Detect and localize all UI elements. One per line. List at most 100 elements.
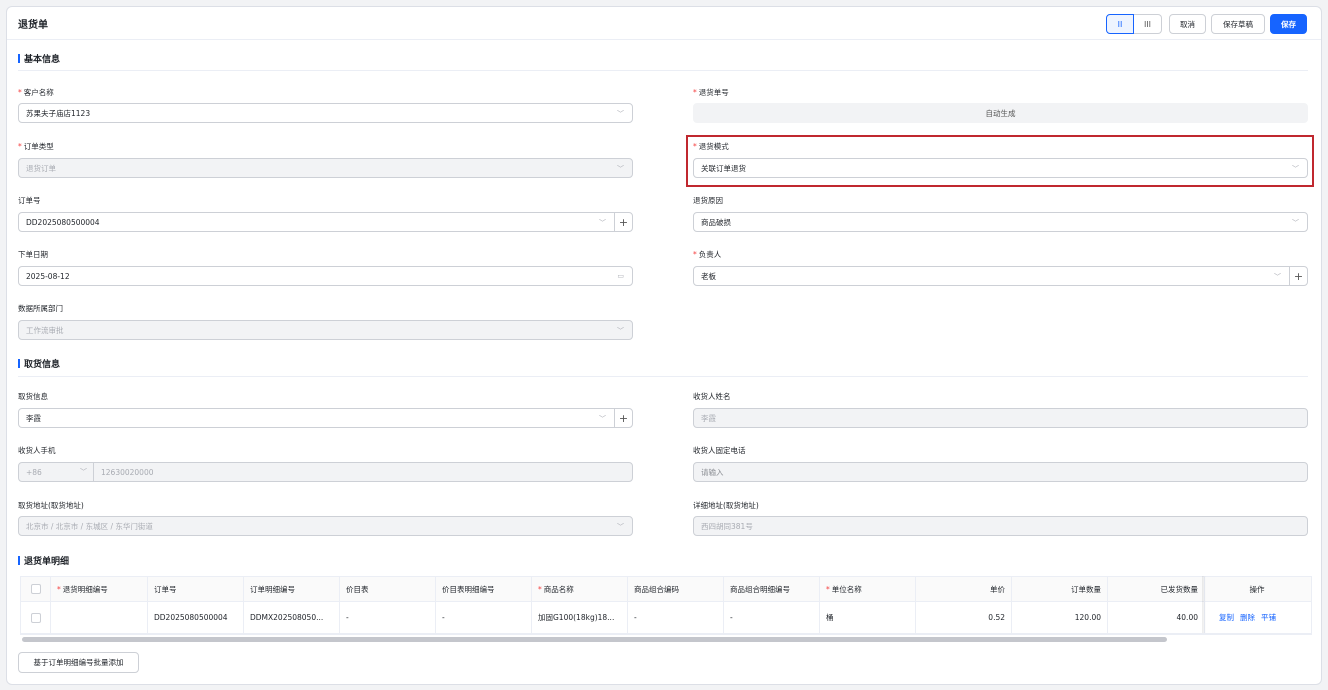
actions-cell: 复制 删除 平铺 — [1205, 602, 1309, 633]
three-column-layout-button[interactable]: III — [1134, 14, 1162, 34]
add-order-button[interactable]: + — [614, 213, 632, 231]
receiver-mobile-field: +86 ﹀ 12630020000 — [18, 462, 633, 482]
column-header: 价目表 — [340, 577, 436, 601]
section-marker — [18, 556, 20, 565]
order-type-label: * 订单类型 — [18, 142, 54, 151]
row-checkbox[interactable] — [30, 612, 41, 623]
calendar-icon: ▭ — [617, 272, 624, 280]
return-reason-value: 商品破损 — [701, 217, 731, 227]
owner-select[interactable]: 老板 ﹀ + — [693, 266, 1308, 286]
return-reason-select[interactable]: 商品破损 ﹀ — [693, 212, 1308, 232]
country-code-select: +86 ﹀ — [19, 463, 94, 481]
section-divider — [18, 376, 1308, 377]
column-header: 商品组合编码 — [628, 577, 724, 601]
section-marker — [18, 54, 20, 63]
copy-link[interactable]: 复制 — [1219, 612, 1234, 623]
pickup-info-label: 取货信息 — [18, 392, 48, 401]
return-reason-label: 退货原因 — [693, 196, 723, 205]
column-header: 操作 — [1249, 584, 1265, 594]
batch-add-button[interactable]: 基于订单明细编号批量添加 — [18, 652, 139, 673]
department-select: 工作流审批 ﹀ — [18, 320, 633, 340]
order-type-value: 退货订单 — [26, 163, 56, 173]
column-header: * 商品名称 — [532, 577, 628, 601]
price-list-detail-cell: - — [436, 602, 532, 633]
column-header: * 单位名称 — [820, 577, 916, 601]
row-select-cell — [21, 602, 51, 633]
receiver-phone-label: 收货人固定电话 — [693, 446, 746, 455]
chevron-down-icon: ﹀ — [1292, 219, 1299, 227]
tile-link[interactable]: 平铺 — [1261, 612, 1276, 623]
section-marker — [18, 359, 20, 368]
order-no-value: DD2025080500004 — [26, 217, 100, 227]
pickup-info-select[interactable]: 李霞 ﹀ + — [18, 408, 633, 428]
order-date-picker[interactable]: 2025-08-12 ▭ — [18, 266, 633, 286]
product-name-cell: 加固G100(18kg)18... — [532, 602, 628, 633]
section-pickup-info: 取货信息 — [18, 357, 60, 370]
receiver-phone-field[interactable]: 请输入 — [693, 462, 1308, 482]
select-all-checkbox[interactable] — [30, 584, 41, 594]
table-row: DD2025080500004 DDMX202508050... - - 加固G… — [21, 602, 1311, 633]
column-header: 订单数量 — [1012, 577, 1108, 601]
add-owner-button[interactable]: + — [1289, 267, 1307, 285]
return-order-form: 退货单 II III 取消 保存草稿 保存 基本信息 * 客户名称 苏果夫子庙店1… — [6, 6, 1322, 685]
order-qty-cell: 120.00 — [1012, 602, 1108, 633]
column-header: 价目表明细编号 — [436, 577, 532, 601]
section-title-text: 基本信息 — [24, 55, 61, 65]
two-column-layout-button[interactable]: II — [1106, 14, 1134, 34]
return-no-label: * 退货单号 — [693, 88, 729, 97]
section-title-text: 退货单明细 — [24, 557, 70, 567]
select-all-cell — [21, 577, 51, 601]
owner-value: 老板 — [701, 271, 716, 281]
receiver-phone-placeholder: 请输入 — [701, 467, 724, 477]
chevron-down-icon: ﹀ — [599, 415, 606, 423]
return-no-field: 自动生成 — [693, 103, 1308, 123]
customer-name-select[interactable]: 苏果夫子庙店1123 ﹀ — [18, 103, 633, 123]
unit-cell: 桶 — [820, 602, 916, 633]
receiver-name-value: 李霞 — [701, 413, 716, 423]
horizontal-scrollbar[interactable] — [20, 634, 1312, 642]
detail-no-cell[interactable] — [51, 602, 148, 633]
department-value: 工作流审批 — [26, 325, 64, 335]
price-list-cell: - — [340, 602, 436, 633]
chevron-down-icon: ﹀ — [80, 468, 87, 476]
pickup-address-value: 北京市 / 北京市 / 东城区 / 东华门街道 — [26, 521, 153, 531]
order-no-select[interactable]: DD2025080500004 ﹀ + — [18, 212, 633, 232]
table-header: * 退货明细编号 订单号 订单明细编号 价目表 价目表明细编号 * 商品名称 商品组… — [21, 577, 1311, 602]
delete-link[interactable]: 删除 — [1240, 612, 1255, 623]
save-draft-button[interactable]: 保存草稿 — [1211, 14, 1265, 34]
section-return-details: 退货单明细 — [18, 554, 69, 567]
section-divider — [18, 70, 1308, 71]
scrollbar-thumb[interactable] — [22, 637, 1167, 642]
shipped-qty-cell: 40.00 — [1108, 602, 1205, 633]
order-type-select: 退货订单 ﹀ — [18, 158, 633, 178]
pickup-address-select: 北京市 / 北京市 / 东城区 / 东华门街道 ﹀ — [18, 516, 633, 536]
chevron-down-icon: ﹀ — [617, 110, 624, 118]
cancel-button[interactable]: 取消 — [1169, 14, 1206, 34]
chevron-down-icon: ﹀ — [617, 165, 624, 173]
pickup-address-label: 取货地址(取货地址) — [18, 501, 84, 510]
save-button[interactable]: 保存 — [1270, 14, 1307, 34]
receiver-mobile-value: 12630020000 — [101, 467, 154, 477]
section-basic-info: 基本信息 — [18, 52, 60, 65]
customer-name-label: * 客户名称 — [18, 88, 54, 97]
chevron-down-icon: ﹀ — [617, 327, 624, 335]
column-header: 订单明细编号 — [244, 577, 340, 601]
combo-detail-cell: - — [724, 602, 820, 633]
detail-address-value: 西四胡同381号 — [701, 521, 753, 531]
fixed-column-shadow — [1202, 576, 1206, 633]
order-no-cell: DD2025080500004 — [148, 602, 244, 633]
layout-toggle: II III — [1106, 14, 1162, 34]
return-details-table: * 退货明细编号 订单号 订单明细编号 价目表 价目表明细编号 * 商品名称 商品组… — [20, 576, 1312, 634]
add-pickup-button[interactable]: + — [614, 409, 632, 427]
column-header: 已发货数量 — [1108, 577, 1205, 601]
price-cell: 0.52 — [916, 602, 1012, 633]
order-date-value: 2025-08-12 — [26, 271, 70, 281]
return-no-value: 自动生成 — [985, 108, 1016, 118]
receiver-mobile-label: 收货人手机 — [18, 446, 56, 455]
page-header: 退货单 II III 取消 保存草稿 保存 — [7, 7, 1321, 40]
chevron-down-icon: ﹀ — [599, 219, 606, 227]
pickup-info-value: 李霞 — [26, 413, 41, 423]
order-no-label: 订单号 — [18, 196, 41, 205]
customer-name-value: 苏果夫子庙店1123 — [26, 108, 91, 118]
receiver-name-label: 收货人姓名 — [693, 392, 731, 401]
